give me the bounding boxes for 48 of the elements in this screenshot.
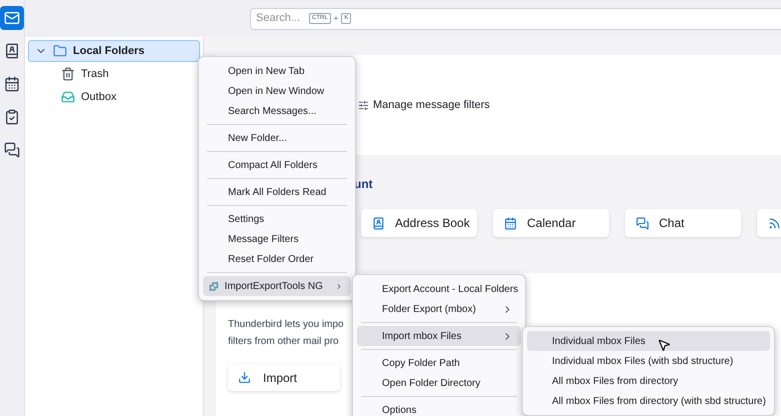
import-icon (238, 371, 251, 384)
tasks-icon (4, 109, 20, 125)
menu-item[interactable]: Message Filters (203, 229, 351, 249)
menu-item[interactable]: Individual mbox Files (with sbd structure) (527, 351, 770, 371)
menu-item[interactable]: ImportExportTools NG (203, 276, 351, 296)
menu-item[interactable]: Options (357, 400, 521, 416)
menu-item[interactable]: Copy Folder Path (357, 353, 521, 373)
cursor-icon (657, 338, 671, 352)
filters-icon (358, 100, 369, 110)
menu-item[interactable]: Compact All Folders (203, 155, 351, 175)
calendar-icon (4, 76, 20, 92)
key-joiner: + (334, 12, 338, 24)
feed-icon (768, 216, 781, 230)
quick-setup-button[interactable]: Calendar (493, 209, 609, 237)
import-description: filters from other mail pro (228, 335, 339, 349)
menu-item[interactable]: Open Folder Directory (357, 373, 521, 393)
menu-item[interactable]: Settings (203, 209, 351, 229)
mail-icon (4, 10, 20, 26)
menu-item[interactable]: Reset Folder Order (203, 249, 351, 269)
menu-item[interactable]: Open in New Window (203, 81, 351, 101)
folder-icon (53, 44, 67, 58)
menu-item[interactable]: Folder Export (mbox) (357, 299, 521, 319)
calendar-icon (504, 216, 517, 230)
contacts-icon (4, 43, 20, 59)
outbox-icon (61, 90, 75, 104)
menu-item[interactable]: Import mbox Files (357, 326, 521, 346)
chat-icon (636, 216, 649, 230)
menu-item[interactable]: New Folder... (203, 128, 351, 148)
trash-icon (61, 67, 75, 81)
contacts-icon (372, 216, 385, 230)
import-description: Thunderbird lets you impo (228, 318, 344, 332)
menu-item[interactable]: Export Account - Local Folders (357, 279, 521, 299)
menu-item[interactable]: Search Messages... (203, 101, 351, 121)
menu-item[interactable]: Mark All Folders Read (203, 182, 351, 202)
manage-filters-link[interactable]: Manage message filters (373, 96, 490, 114)
mail-icon-button[interactable] (0, 6, 24, 30)
folder-item[interactable]: Trash (28, 63, 200, 85)
menu-item[interactable]: Open in New Tab (203, 61, 351, 81)
search-input[interactable]: Search... (256, 10, 306, 27)
menu-item[interactable]: All mbox Files from directory (with sbd structure) (527, 391, 770, 411)
folder-item[interactable]: Local Folders (28, 40, 200, 62)
import-button[interactable]: Import (228, 364, 340, 391)
chat-icon (4, 142, 20, 158)
folder-item[interactable]: Outbox (28, 86, 200, 108)
menu-item[interactable]: Individual mbox Files (527, 331, 770, 351)
quick-setup-button[interactable]: Chat (625, 209, 741, 237)
menu-item[interactable]: All mbox Files from directory (527, 371, 770, 391)
quick-setup-button[interactable]: Address Book (361, 209, 477, 237)
